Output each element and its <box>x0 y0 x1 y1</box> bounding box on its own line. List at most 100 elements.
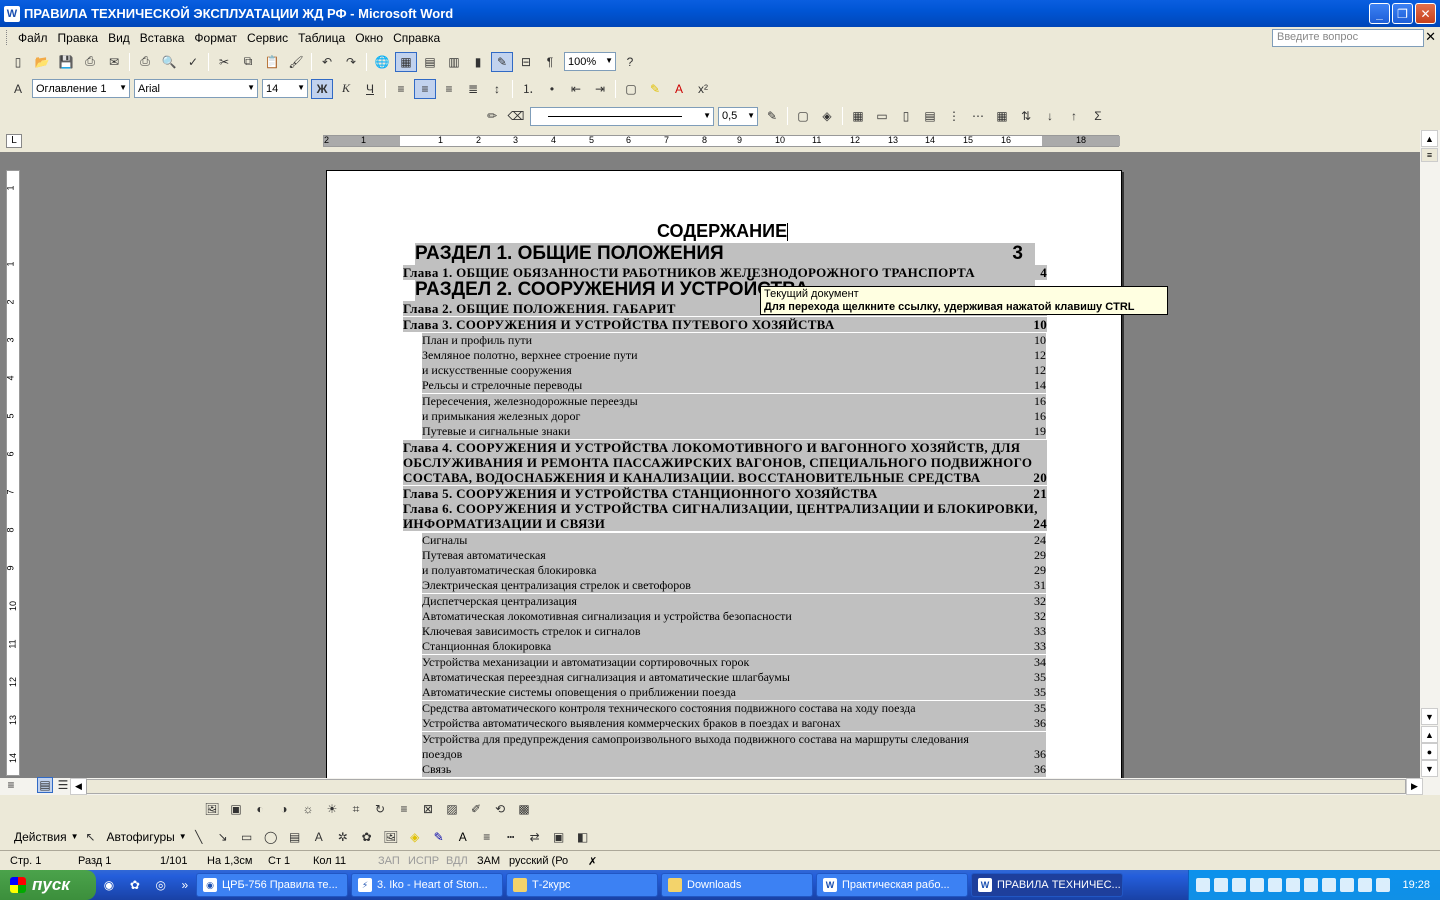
document-map-icon[interactable]: ⊟ <box>515 52 537 72</box>
superscript-icon[interactable]: x² <box>692 79 714 99</box>
print-preview-icon[interactable]: 🔍 <box>158 52 180 72</box>
bullets-icon[interactable]: • <box>541 79 563 99</box>
task-button-word-rules[interactable]: W ПРАВИЛА ТЕХНИЧЕС... <box>971 873 1123 897</box>
task-button-winamp[interactable]: ⚡ 3. Iko - Heart of Ston... <box>351 873 503 897</box>
toc-section-link[interactable]: РАЗДЕЛ 1. ОБЩИЕ ПОЛОЖЕНИЯ 3 <box>415 243 1035 265</box>
line-color-icon[interactable]: ✎ <box>428 827 450 847</box>
toc-subsection-link[interactable]: Средства автоматического контроля технич… <box>422 701 1046 716</box>
help-icon[interactable]: ? <box>619 52 641 72</box>
3d-style-icon[interactable]: ◧ <box>572 827 594 847</box>
flower-icon[interactable]: ✿ <box>130 878 140 892</box>
increase-indent-icon[interactable]: ⇥ <box>589 79 611 99</box>
toc-subsection-link[interactable]: План и профиль пути 10 <box>422 333 1046 348</box>
toc-subsection-link[interactable]: Рельсы и стрелочные переводы 14 <box>422 378 1046 393</box>
styles-icon[interactable]: A <box>7 79 29 99</box>
scroll-left-icon[interactable]: ◀ <box>70 778 87 795</box>
more-brightness-icon[interactable]: ☼ <box>297 799 319 819</box>
toc-subsection-link[interactable]: Ключевая зависимость стрелок и сигналов 3… <box>422 624 1046 639</box>
menu-table[interactable]: Таблица <box>293 31 350 45</box>
line-style-icon[interactable]: ≡ <box>393 799 415 819</box>
toc-subsection-link[interactable]: Связь 36 <box>422 762 1046 777</box>
autosum-icon[interactable]: Σ <box>1087 106 1109 126</box>
permission-icon[interactable]: ⎙ <box>79 52 101 72</box>
tray-icon[interactable] <box>1322 878 1337 892</box>
toc-chapter-link[interactable]: Глава 5. СООРУЖЕНИЯ И УСТРОЙСТВА СТАНЦИО… <box>403 486 1047 501</box>
select-objects-icon[interactable]: ↖ <box>80 827 102 847</box>
normal-view-icon[interactable]: ≡ <box>3 777 19 793</box>
toc-subsection-link[interactable]: Устройства для предупреждения самопроизв… <box>422 732 1046 747</box>
tab-selector[interactable]: L <box>6 134 22 148</box>
autoshapes-menu[interactable]: Автофигуры <box>103 830 179 844</box>
toc-subsection-link[interactable]: поездов 36 <box>422 747 1046 762</box>
clip-art-icon[interactable]: ✿ <box>356 827 378 847</box>
rotate-icon[interactable]: ↻ <box>369 799 391 819</box>
cut-icon[interactable]: ✂ <box>213 52 235 72</box>
toc-subsection-link[interactable]: Пересечения, железнодорожные переезды 16 <box>422 394 1046 409</box>
status-track-changes[interactable]: ИСПР <box>408 855 439 867</box>
outline-view-icon[interactable]: ☰ <box>55 777 71 793</box>
task-button-word-practical[interactable]: W Практическая рабо... <box>816 873 968 897</box>
spelling-status-icon[interactable]: ✗ <box>588 855 597 868</box>
browse-object-icon[interactable]: ● <box>1421 743 1438 760</box>
numbering-icon[interactable]: ⒈ <box>517 79 539 99</box>
document-area[interactable]: СОДЕРЖАНИЕ РАЗДЕЛ 1. ОБЩИЕ ПОЛОЖЕНИЯ 3 Гла… <box>24 152 1420 778</box>
toc-subsection-link[interactable]: Устройства автоматического выявления ком… <box>422 716 1046 731</box>
horizontal-scrollbar[interactable]: ≡ ▤ ☰ ◀ ▶ <box>0 777 1440 795</box>
tray-icon[interactable] <box>1286 878 1301 892</box>
scroll-up-icon[interactable]: ▲ <box>1421 130 1438 147</box>
menu-insert[interactable]: Вставка <box>135 31 190 45</box>
menu-help[interactable]: Справка <box>388 31 445 45</box>
spelling-icon[interactable]: ✓ <box>182 52 204 72</box>
horizontal-ruler[interactable]: 2 1 1 2 3 4 5 6 7 8 9 10 11 12 13 14 15 … <box>323 135 1120 147</box>
copy-icon[interactable]: ⧉ <box>237 52 259 72</box>
menu-window[interactable]: Окно <box>350 31 388 45</box>
text-box-icon[interactable]: ▤ <box>284 827 306 847</box>
tray-icon[interactable] <box>1232 878 1247 892</box>
distribute-columns-icon[interactable]: ⋯ <box>967 106 989 126</box>
tray-icon[interactable] <box>1358 878 1373 892</box>
toc-subsection-link[interactable]: Земляное полотно, верхнее строение пути 1… <box>422 348 1046 363</box>
draw-table-icon[interactable]: ✏ <box>481 106 503 126</box>
merge-cells-icon[interactable]: ▭ <box>871 106 893 126</box>
reset-picture-icon[interactable]: ⟲ <box>489 799 511 819</box>
split-cells-icon[interactable]: ▯ <box>895 106 917 126</box>
prev-page-icon[interactable]: ▲ <box>1421 726 1438 743</box>
compress-icon[interactable]: ⊠ <box>417 799 439 819</box>
clock[interactable]: 19:28 <box>1402 879 1430 891</box>
wordart-icon[interactable]: A <box>308 827 330 847</box>
expand-icon[interactable]: » <box>182 878 189 892</box>
chrome-icon[interactable]: ◉ <box>104 878 114 892</box>
menu-view[interactable]: Вид <box>103 31 135 45</box>
dash-style-icon[interactable]: ┅ <box>500 827 522 847</box>
insert-table-icon[interactable]: ▤ <box>419 52 441 72</box>
toc-subsection-link[interactable]: Устройства механизации и автоматизации с… <box>422 655 1046 670</box>
style-select[interactable]: Оглавление 1 ▼ <box>32 79 130 98</box>
line-spacing-icon[interactable]: ↕ <box>486 79 508 99</box>
font-color-icon[interactable]: A <box>452 827 474 847</box>
menu-edit[interactable]: Правка <box>53 31 104 45</box>
tray-icon[interactable] <box>1340 878 1355 892</box>
align-left-icon[interactable]: ≡ <box>390 79 412 99</box>
font-color-icon[interactable]: A <box>668 79 690 99</box>
menu-grip[interactable] <box>6 30 9 45</box>
toc-subsection-link[interactable]: и полуавтоматическая блокировка 29 <box>422 563 1046 578</box>
status-overtype[interactable]: ЗАМ <box>477 855 500 867</box>
status-record[interactable]: ЗАП <box>378 855 400 867</box>
menu-file[interactable]: Файл <box>13 31 53 45</box>
change-text-direction-icon[interactable]: ⇅ <box>1015 106 1037 126</box>
toc-subsection-link[interactable]: Диспетчерская централизация 32 <box>422 594 1046 609</box>
crop-icon[interactable]: ⌗ <box>345 799 367 819</box>
tray-icon[interactable] <box>1250 878 1265 892</box>
line-style-icon[interactable]: ≡ <box>476 827 498 847</box>
columns-icon[interactable]: ▮ <box>467 52 489 72</box>
scroll-thumb[interactable]: ≡ <box>1421 148 1438 162</box>
font-select[interactable]: Arial ▼ <box>134 79 258 98</box>
sort-ascending-icon[interactable]: ↓ <box>1039 106 1061 126</box>
print-icon[interactable]: ⎙ <box>134 52 156 72</box>
insert-picture-icon[interactable]: 🖼 <box>380 827 402 847</box>
zoom-select[interactable]: 100% ▼ <box>564 52 616 71</box>
borders-icon[interactable]: ▢ <box>620 79 642 99</box>
toc-subsection-link[interactable]: Сигналы 24 <box>422 533 1046 548</box>
vertical-scrollbar[interactable]: ▲ ≡ ▼ ▲ ● ▼ <box>1420 130 1440 778</box>
distribute-rows-icon[interactable]: ⋮ <box>943 106 965 126</box>
